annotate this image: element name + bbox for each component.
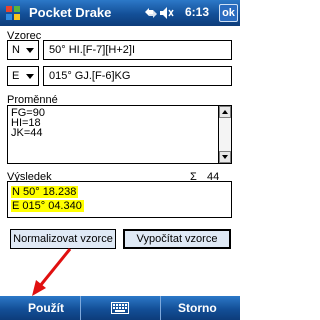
longitude-hemisphere-select[interactable]: E — [7, 66, 39, 86]
use-softkey[interactable]: Použít — [28, 301, 64, 315]
latitude-formula-input[interactable]: 50° HI.[F-7][H+2]I — [43, 40, 232, 60]
scroll-down-icon[interactable] — [219, 151, 231, 163]
keyboard-icon[interactable] — [111, 302, 129, 314]
menubar-divider — [160, 296, 161, 320]
calculate-formulas-button[interactable]: Vypočítat vzorce — [123, 229, 231, 249]
latitude-hemisphere-select[interactable]: N — [7, 40, 39, 60]
result-latitude: N 50° 18.238 — [11, 186, 79, 198]
variables-scrollbar[interactable] — [218, 106, 231, 163]
longitude-formula-input[interactable]: 015° GJ.[F-6]KG — [43, 66, 232, 86]
status-icons[interactable] — [143, 4, 183, 22]
latitude-formula-value: 50° HI.[F-7][H+2]I — [49, 44, 136, 56]
speaker-icon — [160, 7, 174, 19]
ok-button[interactable]: ok — [219, 4, 238, 22]
windows-flag-icon[interactable] — [3, 3, 23, 23]
chevron-down-icon — [26, 48, 34, 53]
longitude-formula-value: 015° GJ.[F-6]KG — [49, 70, 131, 82]
soft-key-bar: Použít Storno — [0, 296, 240, 320]
cancel-softkey[interactable]: Storno — [178, 301, 217, 315]
title-bar: Pocket Drake 6:13 ok — [0, 0, 240, 26]
variables-textarea[interactable]: FG=90 HI=18 JK=44 — [7, 105, 232, 164]
red-arrow-icon — [32, 248, 72, 296]
variable-line: JK=44 — [11, 127, 43, 139]
variables-lines: FG=90 HI=18 JK=44 — [11, 108, 45, 139]
longitude-hemisphere-value: E — [12, 70, 20, 82]
menubar-divider — [80, 296, 81, 320]
connectivity-icon — [145, 8, 157, 18]
scroll-up-icon[interactable] — [219, 106, 231, 118]
clock: 6:13 — [185, 5, 210, 19]
latitude-hemisphere-value: N — [12, 44, 20, 56]
chevron-down-icon — [26, 74, 34, 79]
result-box[interactable]: N 50° 18.238 E 015° 04.340 — [7, 181, 232, 218]
app-title: Pocket Drake — [29, 5, 112, 20]
result-longitude: E 015° 04.340 — [11, 200, 84, 212]
